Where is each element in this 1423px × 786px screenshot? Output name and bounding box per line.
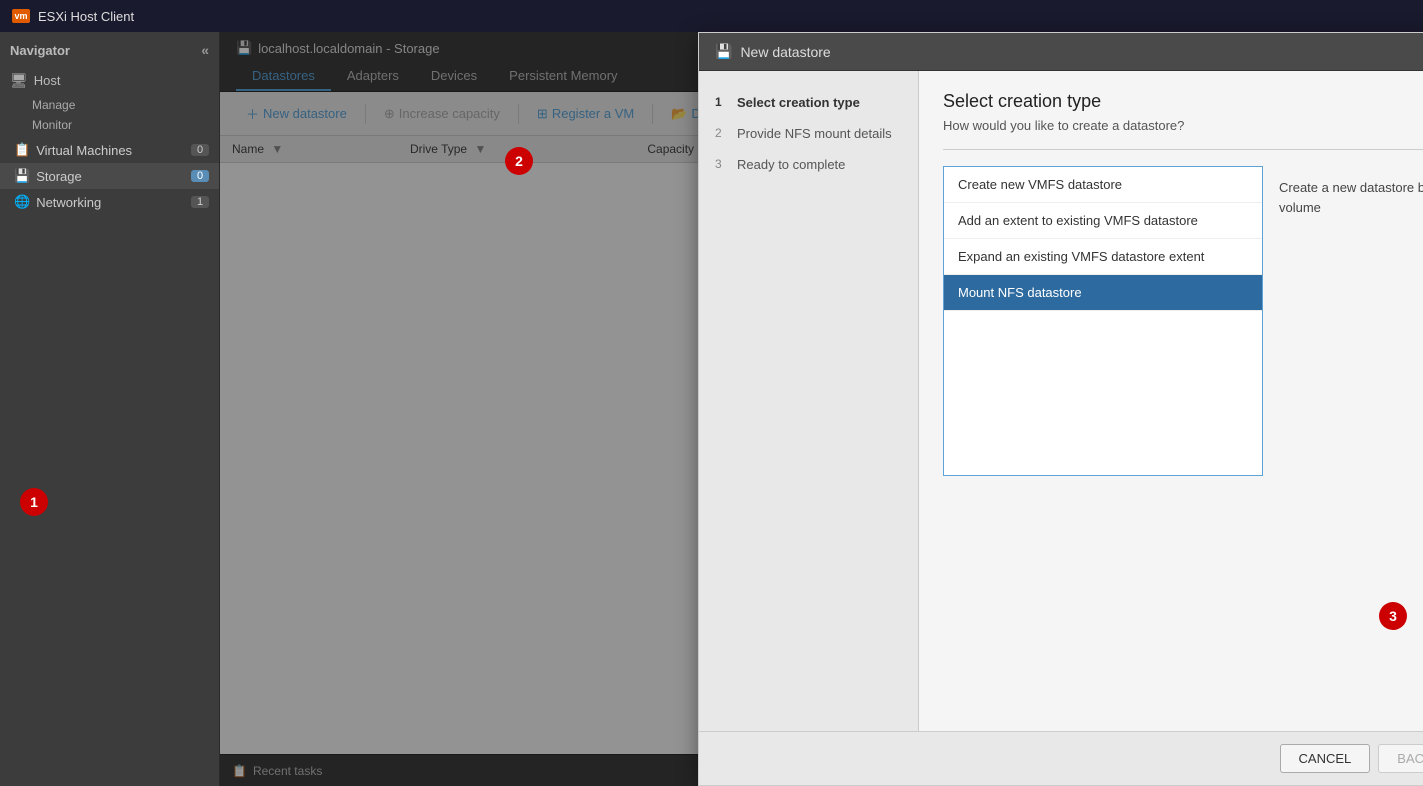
wizard-divider	[943, 149, 1423, 150]
wizard-step-2: 2 Provide NFS mount details	[699, 118, 918, 149]
options-list: Create new VMFS datastore Add an extent …	[943, 166, 1263, 476]
modal-new-datastore: 💾 New datastore 1 Select creation type 2…	[698, 32, 1423, 786]
step-label-1: Select creation type	[737, 95, 860, 110]
sidebar: Navigator « 🖥 Host Manage Monitor 📋 Virt…	[0, 32, 220, 786]
networking-badge: 1	[191, 196, 209, 208]
options-container: Create new VMFS datastore Add an extent …	[943, 166, 1423, 476]
host-icon: 🖥	[10, 72, 28, 89]
modal-footer: CANCEL BACK NEXT FINISH	[699, 731, 1423, 785]
modal-overlay: 💾 New datastore 1 Select creation type 2…	[220, 32, 1423, 786]
sidebar-item-virtual-machines[interactable]: 📋 Virtual Machines 0	[0, 137, 219, 163]
annotation-2: 2	[505, 147, 533, 175]
vm-icon-sidebar: 📋	[14, 142, 30, 158]
modal-body: 1 Select creation type 2 Provide NFS mou…	[699, 71, 1423, 731]
sidebar-host-label: Host	[34, 73, 61, 88]
option-description: Create a new datastore by mounting a rem…	[1263, 166, 1423, 476]
wizard-step-3: 3 Ready to complete	[699, 149, 918, 180]
sidebar-item-manage[interactable]: Manage	[0, 95, 219, 115]
storage-icon-sidebar: 💾	[14, 168, 30, 184]
annotation-3: 3	[1379, 602, 1407, 630]
step-num-2: 2	[715, 126, 729, 140]
sidebar-item-monitor[interactable]: Monitor	[0, 115, 219, 135]
storage-badge: 0	[191, 170, 209, 182]
vm-logo: vm	[12, 9, 30, 23]
wizard-content: Select creation type How would you like …	[919, 71, 1423, 731]
vm-badge: 0	[191, 144, 209, 156]
wizard-step-1: 1 Select creation type	[699, 87, 918, 118]
wizard-content-inner: Select creation type How would you like …	[919, 71, 1423, 731]
sidebar-item-storage[interactable]: 💾 Storage 0	[0, 163, 219, 189]
sidebar-header: Navigator «	[0, 32, 219, 64]
main-content: 💾 localhost.localdomain - Storage Datast…	[220, 32, 1423, 786]
wizard-content-title: Select creation type	[943, 91, 1423, 112]
modal-header: 💾 New datastore	[699, 33, 1423, 71]
sidebar-item-host[interactable]: 🖥 Host	[0, 66, 219, 95]
option-expand-extent[interactable]: Expand an existing VMFS datastore extent	[944, 239, 1262, 275]
step-num-3: 3	[715, 157, 729, 171]
sidebar-title: Navigator	[10, 43, 70, 58]
modal-header-icon: 💾	[715, 43, 732, 60]
wizard-content-subtitle: How would you like to create a datastore…	[943, 118, 1423, 133]
annotation-1: 1	[20, 488, 48, 516]
cancel-button[interactable]: CANCEL	[1280, 744, 1371, 773]
modal-title: New datastore	[740, 44, 830, 60]
step-num-1: 1	[715, 95, 729, 109]
collapse-sidebar-button[interactable]: «	[201, 42, 209, 58]
step-label-3: Ready to complete	[737, 157, 845, 172]
back-button[interactable]: BACK	[1378, 744, 1423, 773]
app-title: ESXi Host Client	[38, 9, 134, 24]
sidebar-item-networking[interactable]: 🌐 Networking 1	[0, 189, 219, 215]
networking-icon-sidebar: 🌐	[14, 194, 30, 210]
titlebar: vm ESXi Host Client	[0, 0, 1423, 32]
option-add-extent[interactable]: Add an extent to existing VMFS datastore	[944, 203, 1262, 239]
sidebar-section-host: 🖥 Host Manage Monitor	[0, 64, 219, 137]
option-mount-nfs[interactable]: Mount NFS datastore	[944, 275, 1262, 311]
option-create-vmfs[interactable]: Create new VMFS datastore	[944, 167, 1262, 203]
wizard-steps: 1 Select creation type 2 Provide NFS mou…	[699, 71, 919, 731]
step-label-2: Provide NFS mount details	[737, 126, 892, 141]
